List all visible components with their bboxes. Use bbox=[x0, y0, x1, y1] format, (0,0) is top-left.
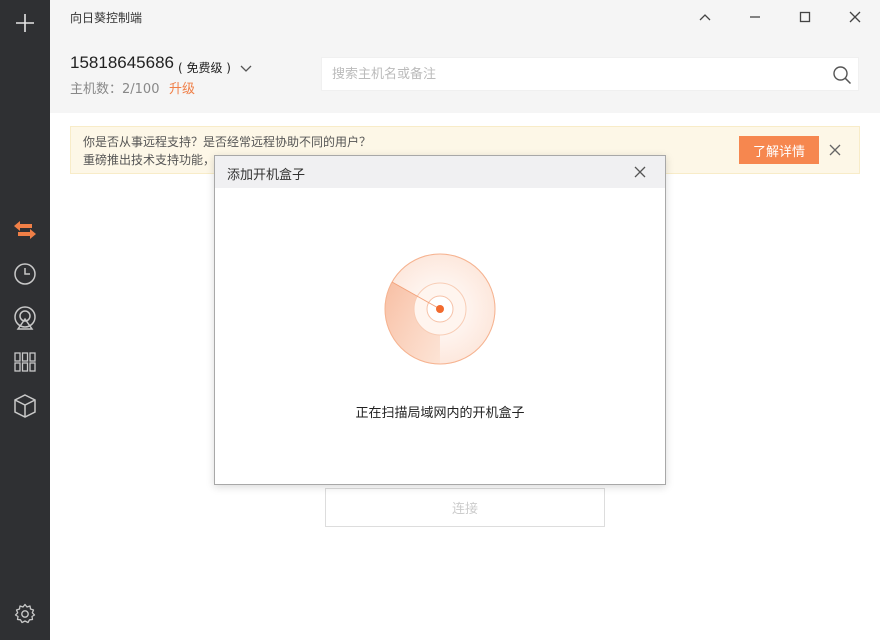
sidebar-item-apps[interactable] bbox=[0, 342, 50, 382]
account-menu-toggle[interactable] bbox=[240, 58, 252, 77]
search-button[interactable] bbox=[832, 65, 852, 89]
chevron-down-icon bbox=[240, 65, 252, 72]
banner-text-line1: 你是否从事远程支持？是否经常远程协助不同的用户？ bbox=[83, 135, 372, 149]
host-count: 主机数：2/100 bbox=[70, 82, 160, 97]
search-icon bbox=[833, 66, 852, 85]
close-icon bbox=[634, 166, 646, 178]
radar-scan-icon bbox=[384, 253, 496, 365]
title-bar: 向日葵控制端 bbox=[50, 0, 880, 36]
sidebar-item-history[interactable] bbox=[0, 254, 50, 294]
dialog-header: 添加开机盒子 bbox=[215, 156, 665, 188]
sidebar-item-remote-control[interactable] bbox=[0, 210, 50, 250]
banner-text-line2: 重磅推出技术支持功能， bbox=[83, 153, 216, 167]
account-phone[interactable]: 15818645686 bbox=[70, 53, 174, 73]
sidebar-item-boot-box[interactable] bbox=[0, 386, 50, 426]
plus-icon bbox=[16, 14, 34, 32]
close-icon bbox=[849, 11, 861, 23]
cube-box-icon bbox=[14, 394, 36, 418]
dialog-title: 添加开机盒子 bbox=[227, 168, 306, 183]
maximize-button[interactable] bbox=[780, 0, 830, 34]
banner-close-button[interactable] bbox=[829, 141, 841, 160]
app-title: 向日葵控制端 bbox=[70, 11, 143, 25]
minimize-button[interactable] bbox=[730, 0, 780, 34]
scan-status-text: 正在扫描局域网内的开机盒子 bbox=[355, 406, 525, 421]
minimize-icon bbox=[750, 16, 760, 18]
transfer-arrows-icon bbox=[14, 221, 36, 239]
search-box bbox=[321, 57, 859, 91]
close-icon bbox=[829, 144, 841, 156]
gear-icon bbox=[14, 603, 36, 624]
close-window-button[interactable] bbox=[830, 0, 880, 34]
screen-share-icon bbox=[14, 306, 36, 330]
chevron-up-icon bbox=[699, 14, 711, 21]
upgrade-link[interactable]: 升级 bbox=[169, 78, 195, 97]
clock-icon bbox=[14, 263, 36, 285]
sidebar bbox=[0, 0, 50, 640]
account-level: ( 免费级 ) bbox=[178, 61, 231, 75]
add-host-button[interactable] bbox=[0, 3, 50, 43]
grid-apps-icon bbox=[14, 352, 36, 372]
maximize-icon bbox=[799, 11, 811, 23]
collapse-button[interactable] bbox=[680, 0, 730, 34]
connect-button[interactable]: 连接 bbox=[325, 488, 605, 527]
search-input[interactable] bbox=[322, 58, 822, 90]
add-boot-box-dialog: 添加开机盒子 正在扫描局域网内的开机盒子 bbox=[214, 155, 666, 485]
sidebar-item-remote-desktop[interactable] bbox=[0, 298, 50, 338]
dialog-close-button[interactable] bbox=[627, 162, 653, 182]
settings-button[interactable] bbox=[0, 594, 50, 634]
learn-more-button[interactable]: 了解详情 bbox=[739, 136, 819, 164]
